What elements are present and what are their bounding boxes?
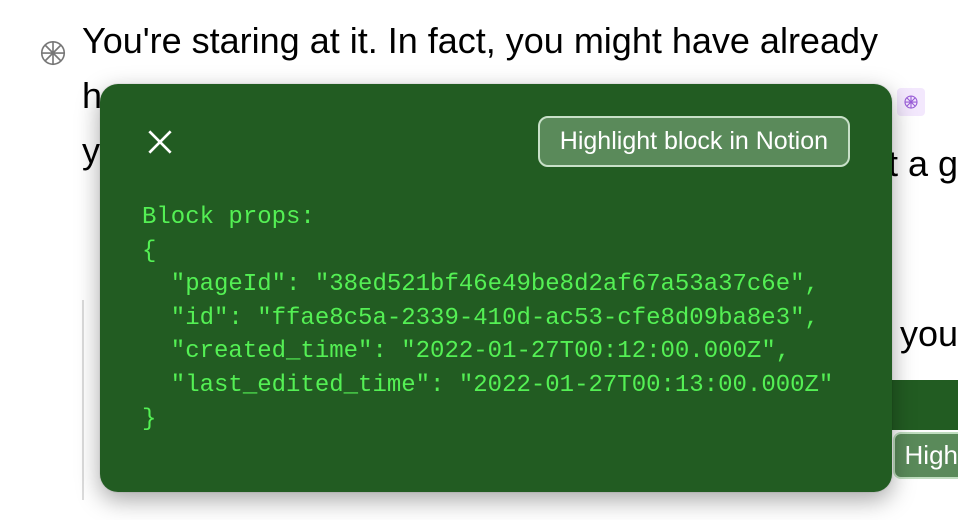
code-created-time: 2022-01-27T00:12:00.000Z bbox=[416, 338, 762, 365]
close-button[interactable] bbox=[142, 124, 178, 160]
openai-logo-icon bbox=[38, 38, 68, 68]
code-id: ffae8c5a-2339-410d-ac53-cfe8d09ba8e3 bbox=[272, 305, 790, 332]
background-text-fragment-2: you bbox=[900, 313, 958, 355]
background-text-fragment-1: t a g bbox=[888, 143, 958, 185]
code-pageId: 38ed521bf46e49be8d2af67a53a37c6e bbox=[329, 271, 790, 298]
popup-header: Highlight block in Notion bbox=[142, 116, 850, 167]
background-highlight-fragment: High bbox=[893, 432, 958, 479]
background-text-line3: y bbox=[82, 130, 100, 172]
background-divider-vertical bbox=[82, 300, 84, 500]
code-title: Block props: bbox=[142, 204, 315, 231]
ai-badge-icon bbox=[897, 88, 925, 116]
code-last-edited-time: 2022-01-27T00:13:00.000Z bbox=[473, 372, 819, 399]
close-icon bbox=[144, 126, 176, 158]
block-props-code: Block props: { "pageId": "38ed521bf46e49… bbox=[142, 201, 850, 436]
block-props-popup: Highlight block in Notion Block props: {… bbox=[100, 84, 892, 492]
background-text-line1: You're staring at it. In fact, you might… bbox=[82, 20, 878, 62]
highlight-block-button[interactable]: Highlight block in Notion bbox=[538, 116, 850, 167]
